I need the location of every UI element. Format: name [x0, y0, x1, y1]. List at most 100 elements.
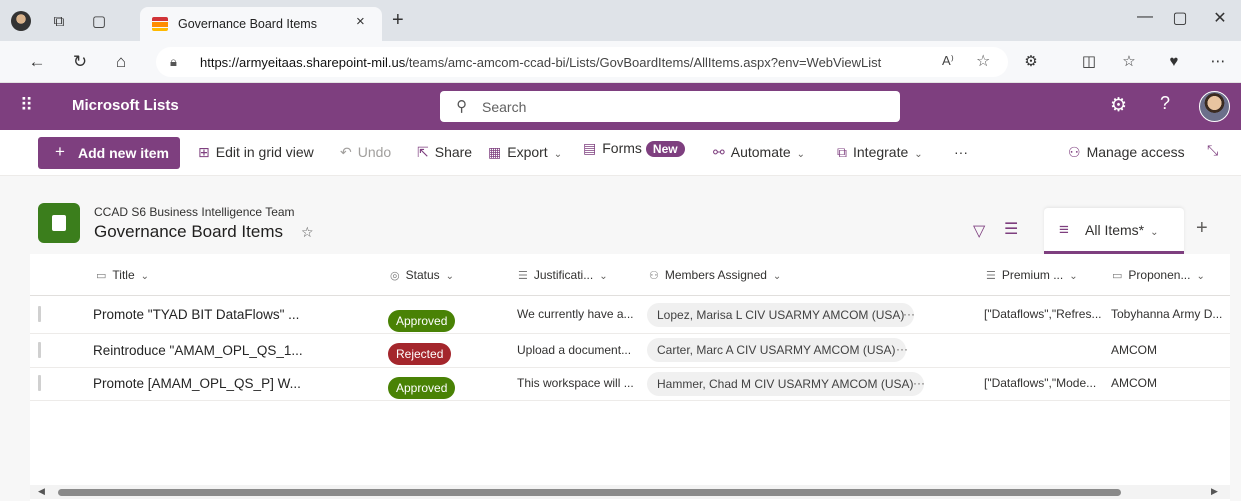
collapse-icon[interactable]: ⤡ [1207, 142, 1218, 159]
view-selector-tab[interactable]: ≡ All Items* ⌄ [1044, 208, 1184, 254]
window-close-button[interactable]: ✕ [1208, 8, 1232, 28]
manage-access-button[interactable]: ⚇ Manage access [1068, 144, 1185, 161]
tab-actions-icon[interactable]: ▢ [88, 10, 110, 32]
app-launcher-icon[interactable]: ⠿ [20, 95, 33, 116]
row-select-handle[interactable] [38, 306, 41, 322]
row-select-handle[interactable] [38, 375, 41, 391]
column-proponent-label: Proponen... [1128, 268, 1191, 282]
browser-menu-icon[interactable]: ⋯ [1207, 51, 1229, 73]
browser-essentials-icon[interactable]: ♥ [1163, 51, 1185, 73]
search-placeholder: Search [482, 99, 527, 115]
site-name[interactable]: CCAD S6 Business Intelligence Team [94, 205, 295, 219]
automate-icon: ⚯ [713, 144, 725, 160]
profile-avatar-icon[interactable] [10, 10, 32, 32]
view-label: All Items* ⌄ [1085, 222, 1159, 238]
column-header-premium[interactable]: ☰ Premium ... ⌄ [986, 268, 1078, 282]
automate-label: Automate [730, 144, 791, 160]
favorites-icon[interactable]: ☆ [1118, 51, 1140, 73]
chevron-down-icon: ⌄ [772, 271, 782, 282]
lock-icon[interactable]: 🔒︎ [170, 54, 177, 70]
member-persona[interactable]: Hammer, Chad M CIV USARMY AMCOM (USA) [647, 372, 924, 396]
address-bar[interactable]: 🔒︎ https://armyeitaas.sharepoint-mil.us/… [156, 47, 1008, 77]
app-name[interactable]: Microsoft Lists [72, 97, 179, 114]
row-title[interactable]: Reintroduce "AMAM_OPL_QS_1... [93, 343, 303, 358]
chevron-down-icon: ⌄ [445, 271, 455, 282]
details-pane-icon[interactable]: ☰ [1004, 219, 1018, 239]
header-divider [30, 295, 1230, 296]
column-header-title[interactable]: ▭ Title ⌄ [96, 268, 149, 282]
export-button[interactable]: ▦ Export ⌄ [488, 144, 562, 161]
read-aloud-icon[interactable]: A⁾ [942, 53, 954, 69]
home-icon[interactable]: ⌂ [110, 51, 132, 73]
settings-gear-icon[interactable]: ⚙ [1110, 94, 1127, 117]
column-header-status[interactable]: ◎ Status ⌄ [390, 268, 454, 282]
window-maximize-button[interactable]: ▢ [1168, 8, 1192, 28]
search-input[interactable]: ⚲ Search [440, 91, 900, 122]
row-divider [30, 333, 1230, 334]
site-logo[interactable] [38, 203, 80, 243]
add-view-button[interactable]: + [1196, 217, 1208, 240]
more-members-icon[interactable]: ··· [903, 307, 915, 321]
chevron-down-icon: ⌄ [914, 149, 923, 160]
member-persona[interactable]: Carter, Marc A CIV USARMY AMCOM (USA) [647, 338, 906, 362]
site-logo-cube [52, 215, 66, 231]
tab-close-icon[interactable]: × [356, 13, 365, 30]
lists-favicon-icon [152, 17, 168, 31]
row-divider [30, 367, 1230, 368]
scroll-left-arrow-icon[interactable]: ◀ [38, 486, 45, 497]
row-select-handle[interactable] [38, 342, 41, 358]
row-justification: This workspace will ... [517, 376, 634, 390]
row-title[interactable]: Promote "TYAD BIT DataFlows" ... [93, 307, 299, 322]
undo-button[interactable]: ↶ Undo [340, 144, 391, 161]
scrollbar-thumb[interactable] [58, 489, 1121, 496]
more-members-icon[interactable]: ··· [913, 376, 925, 390]
person-column-icon: ⚇ [649, 270, 659, 282]
add-new-item-button[interactable]: + Add new item [38, 137, 180, 169]
scroll-right-arrow-icon[interactable]: ▶ [1211, 486, 1218, 497]
url-text[interactable]: https://armyeitaas.sharepoint-mil.us/tea… [200, 55, 881, 70]
help-icon[interactable]: ? [1160, 93, 1170, 114]
workspaces-icon[interactable]: ⧉ [48, 10, 70, 32]
favorite-star-icon[interactable]: ☆ [976, 51, 990, 71]
integrate-icon: ⧉ [837, 144, 847, 160]
column-title-label: Title [112, 268, 135, 282]
profile-avatar-image [11, 11, 31, 31]
extensions-icon[interactable]: ⚙︎ [1020, 51, 1042, 73]
row-title[interactable]: Promote [AMAM_OPL_QS_P] W... [93, 376, 301, 391]
share-button[interactable]: ⇱ Share [417, 144, 472, 161]
split-screen-icon[interactable]: ◫ [1078, 51, 1100, 73]
refresh-icon[interactable]: ↻ [69, 51, 91, 73]
column-header-justification[interactable]: ☰ Justificati... ⌄ [518, 268, 608, 282]
command-bar: + Add new item ⊞ Edit in grid view ↶ Undo … [0, 130, 1241, 176]
member-persona[interactable]: Lopez, Marisa L CIV USARMY AMCOM (USA) [647, 303, 915, 327]
suite-header: ⠿ Microsoft Lists ⚲ Search ⚙ ? [0, 83, 1241, 130]
horizontal-scrollbar[interactable]: ◀ ▶ [30, 485, 1230, 499]
automate-button[interactable]: ⚯ Automate ⌄ [713, 144, 805, 161]
more-members-icon[interactable]: ··· [896, 342, 908, 356]
browser-tab-active[interactable]: Governance Board Items × [140, 7, 382, 41]
manage-access-label: Manage access [1086, 144, 1185, 160]
share-icon: ⇱ [417, 144, 429, 160]
back-arrow-icon[interactable]: ← [26, 51, 48, 73]
favorite-list-star-icon[interactable]: ☆ [301, 224, 314, 241]
new-tab-button[interactable]: + [392, 9, 404, 32]
user-avatar[interactable] [1199, 91, 1230, 122]
window-minimize-button[interactable]: — [1133, 8, 1157, 28]
chevron-down-icon: ⌄ [553, 149, 563, 160]
column-header-proponent[interactable]: ▭ Proponen... ⌄ [1112, 268, 1205, 282]
undo-icon: ↶ [340, 144, 352, 160]
url-path: /teams/amc-amcom-ccad-bi/Lists/GovBoardI… [405, 55, 882, 70]
forms-button[interactable]: ▤ Forms New [583, 140, 685, 157]
row-proponent: AMCOM [1111, 376, 1157, 390]
filter-icon[interactable]: ▽ [973, 221, 985, 241]
more-commands-button[interactable]: ··· [954, 144, 968, 160]
integrate-button[interactable]: ⧉ Integrate ⌄ [837, 144, 923, 161]
column-header-members[interactable]: ⚇ Members Assigned ⌄ [649, 268, 781, 282]
row-justification: Upload a document... [517, 343, 632, 357]
row-premium: ["Dataflows","Mode... [984, 376, 1097, 390]
edit-grid-view-button[interactable]: ⊞ Edit in grid view [198, 144, 314, 161]
row-proponent: AMCOM [1111, 343, 1157, 357]
person-icon: ⚇ [1068, 144, 1081, 160]
excel-export-icon: ▦ [488, 144, 502, 160]
browser-tab-bar: ⧉ ▢ Governance Board Items × + — ▢ ✕ [0, 0, 1241, 41]
